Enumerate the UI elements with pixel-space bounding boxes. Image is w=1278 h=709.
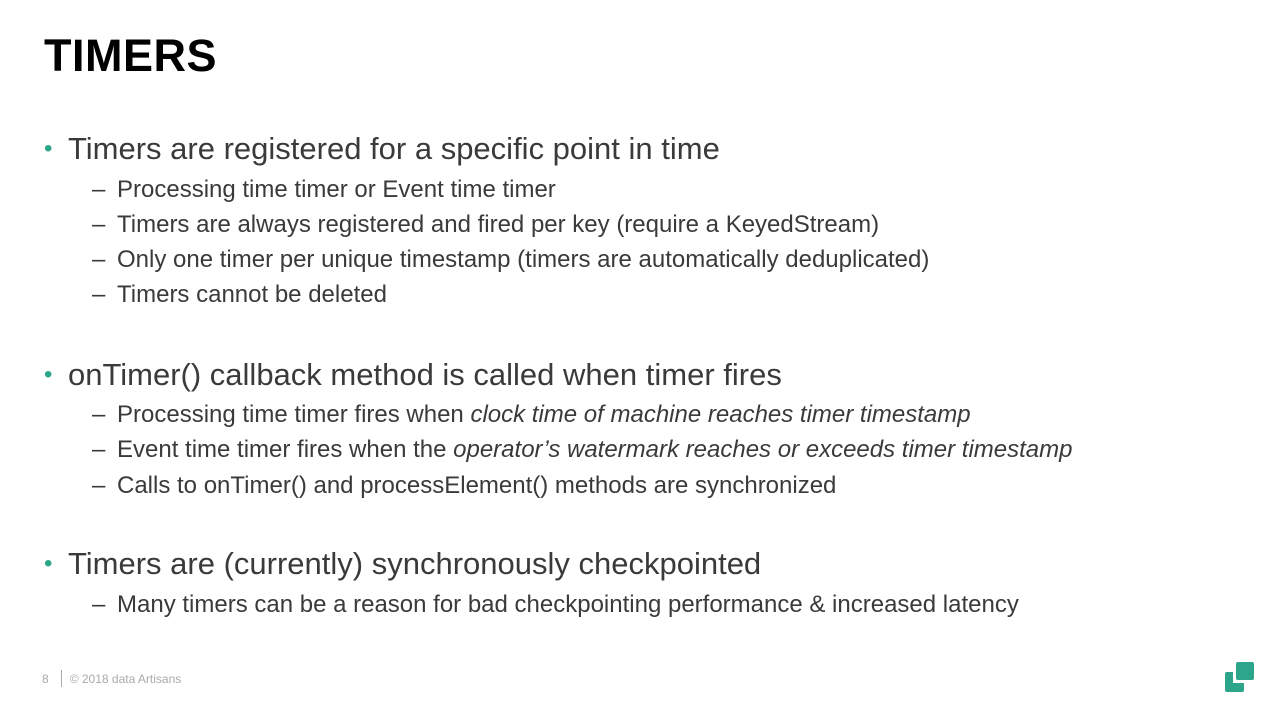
dash-icon: –	[92, 472, 106, 499]
footer: 8 © 2018 data Artisans	[42, 670, 181, 687]
sub-bullet-item: – Processing time timer fires when clock …	[92, 401, 971, 429]
sub-bullet-emphasis: clock time of machine reaches timer time…	[470, 401, 971, 428]
dash-icon: –	[92, 401, 106, 428]
bullet-item: • onTimer() callback method is called whe…	[44, 357, 782, 393]
data-artisans-logo-icon	[1225, 662, 1254, 692]
page-number: 8	[42, 672, 49, 686]
sub-bullet-text: Timers are always registered and fired p…	[117, 211, 880, 238]
dash-icon: –	[92, 591, 106, 618]
sub-bullet-text: Processing time timer or Event time time…	[117, 176, 556, 203]
bullet-icon: •	[44, 135, 53, 162]
sub-bullet-text: Only one timer per unique timestamp (tim…	[117, 246, 930, 273]
sub-bullet-text: Many timers can be a reason for bad chec…	[117, 591, 1019, 618]
sub-bullet-text: Calls to onTimer() and processElement() …	[117, 472, 837, 499]
sub-bullet-item: – Event time timer fires when the operato…	[92, 436, 1073, 464]
dash-icon: –	[92, 211, 106, 238]
bullet-text: Timers are registered for a specific poi…	[68, 131, 720, 166]
footer-divider	[60, 670, 62, 687]
sub-bullet-item: – Timers cannot be deleted	[92, 281, 387, 309]
sub-bullet-text: Event time timer fires when the	[117, 436, 454, 463]
dash-icon: –	[92, 246, 106, 273]
sub-bullet-item: – Many timers can be a reason for bad che…	[92, 591, 1019, 619]
bullet-text: Timers are (currently) synchronously che…	[68, 546, 762, 581]
dash-icon: –	[92, 436, 106, 463]
copyright: © 2018 data Artisans	[69, 672, 182, 686]
sub-bullet-item: – Calls to onTimer() and processElement()…	[92, 472, 836, 500]
dash-icon: –	[92, 281, 106, 308]
bullet-icon: •	[44, 361, 53, 388]
dash-icon: –	[92, 176, 106, 203]
sub-bullet-item: – Only one timer per unique timestamp (ti…	[92, 246, 929, 274]
slide-title: TIMERS	[44, 30, 218, 81]
bullet-text: onTimer() callback method is called when…	[68, 357, 782, 392]
bullet-item: • Timers are registered for a specific po…	[44, 131, 720, 167]
sub-bullet-text: Timers cannot be deleted	[117, 281, 387, 308]
sub-bullet-item: – Processing time timer or Event time tim…	[92, 176, 556, 204]
sub-bullet-text: Processing time timer fires when	[117, 401, 471, 428]
sub-bullet-item: – Timers are always registered and fired …	[92, 211, 879, 239]
sub-bullet-emphasis: operator’s watermark reaches or exceeds …	[453, 436, 1073, 463]
bullet-item: • Timers are (currently) synchronously ch…	[44, 546, 761, 582]
bullet-icon: •	[44, 550, 53, 577]
